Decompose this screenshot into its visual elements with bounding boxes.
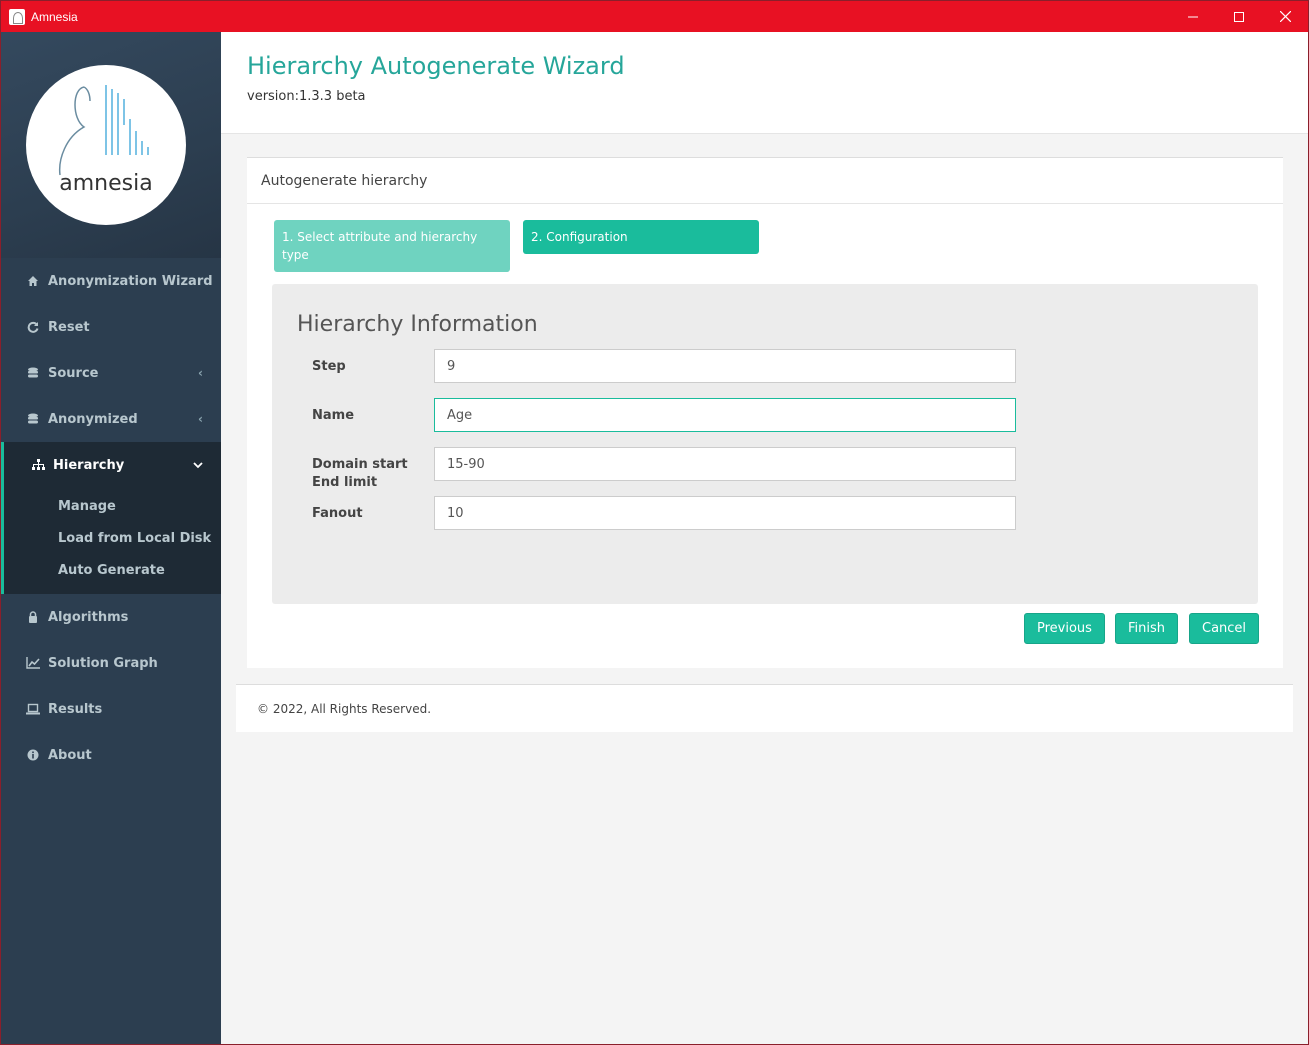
sidebar-nav: Anonymization Wizard Reset Source ‹ Anon… xyxy=(1,258,221,778)
sidebar-item-label: About xyxy=(48,747,92,763)
sidebar-item-algorithms[interactable]: Algorithms xyxy=(1,594,221,640)
chevron-left-icon: ‹ xyxy=(198,412,203,426)
sidebar-item-results[interactable]: Results xyxy=(1,686,221,732)
hierarchy-info-box: Hierarchy Information Step Name Domain s… xyxy=(272,284,1258,604)
logo-area: amnesia xyxy=(1,32,221,258)
logo-text: amnesia xyxy=(59,171,153,196)
step-select-attribute[interactable]: 1. Select attribute and hierarchy type xyxy=(274,220,510,272)
sidebar-item-label: Source xyxy=(48,365,99,381)
sidebar-item-label: Hierarchy xyxy=(53,457,125,473)
home-icon xyxy=(26,274,40,288)
finish-button[interactable]: Finish xyxy=(1115,613,1179,644)
app-icon xyxy=(9,8,25,25)
step-configuration[interactable]: 2. Configuration xyxy=(523,220,759,254)
sidebar-item-anonymized[interactable]: Anonymized ‹ xyxy=(1,396,221,442)
sidebar-item-label: Anonymized xyxy=(48,411,138,427)
domain-field[interactable] xyxy=(434,447,1016,481)
domain-label: Domain start End limit xyxy=(312,456,422,492)
end-limit-label: End limit xyxy=(312,475,378,490)
domain-start-label: Domain start xyxy=(312,457,408,472)
page-header: Hierarchy Autogenerate Wizard version:1.… xyxy=(221,32,1308,134)
name-field[interactable] xyxy=(434,398,1016,432)
sidebar-item-label: Reset xyxy=(48,319,90,335)
close-icon xyxy=(1279,11,1291,22)
sidebar-item-solution-graph[interactable]: Solution Graph xyxy=(1,640,221,686)
window-title: Amnesia xyxy=(31,9,78,24)
sidebar-item-anonymization-wizard[interactable]: Anonymization Wizard xyxy=(1,258,221,304)
sidebar-item-label: Solution Graph xyxy=(48,655,158,671)
sidebar-item-about[interactable]: About xyxy=(1,732,221,778)
page-footer: © 2022, All Rights Reserved. xyxy=(236,684,1293,732)
sidebar: amnesia Anonymization Wizard Reset Sourc… xyxy=(1,32,221,1044)
info-icon xyxy=(26,748,40,762)
laptop-icon xyxy=(26,702,40,716)
panel-title: Autogenerate hierarchy xyxy=(247,158,1283,204)
maximize-icon xyxy=(1234,11,1244,22)
name-label: Name xyxy=(312,408,355,423)
title-bar[interactable]: Amnesia xyxy=(1,1,1308,32)
hierarchy-submenu: Manage Load from Local Disk Auto Generat… xyxy=(1,488,221,594)
sidebar-item-hierarchy[interactable]: Hierarchy xyxy=(1,442,221,488)
sidebar-item-label: Algorithms xyxy=(48,609,129,625)
step-field[interactable] xyxy=(434,349,1016,383)
fanout-field[interactable] xyxy=(434,496,1016,530)
line-chart-icon xyxy=(26,656,40,670)
section-title: Hierarchy Information xyxy=(297,312,538,337)
main-content: Hierarchy Autogenerate Wizard version:1.… xyxy=(221,32,1308,1044)
submenu-item-manage[interactable]: Manage xyxy=(4,490,221,522)
previous-button[interactable]: Previous xyxy=(1024,613,1105,644)
refresh-icon xyxy=(26,320,40,334)
step-label: Step xyxy=(312,359,346,374)
sidebar-item-reset[interactable]: Reset xyxy=(1,304,221,350)
submenu-item-load-from-local-disk[interactable]: Load from Local Disk xyxy=(4,522,221,554)
autogenerate-panel: Autogenerate hierarchy 1. Select attribu… xyxy=(247,157,1283,668)
sidebar-item-source[interactable]: Source ‹ xyxy=(1,350,221,396)
sitemap-icon xyxy=(31,458,45,472)
page-title: Hierarchy Autogenerate Wizard xyxy=(247,52,625,80)
version-label: version:1.3.3 beta xyxy=(247,89,366,104)
fanout-label: Fanout xyxy=(312,506,363,521)
cancel-button[interactable]: Cancel xyxy=(1189,613,1260,644)
app-window: Amnesia amnesia Anonymization Wizard Res… xyxy=(0,0,1309,1045)
sidebar-item-label: Anonymization Wizard xyxy=(48,273,213,289)
window-controls xyxy=(1170,1,1308,32)
database-icon xyxy=(26,366,40,380)
minimize-button[interactable] xyxy=(1170,1,1216,32)
chevron-down-icon xyxy=(193,458,203,472)
maximize-button[interactable] xyxy=(1216,1,1262,32)
amnesia-logo: amnesia xyxy=(26,65,186,225)
close-button[interactable] xyxy=(1262,1,1308,32)
logo-graphic-icon xyxy=(58,85,149,176)
minimize-icon xyxy=(1188,16,1198,17)
lock-icon xyxy=(26,610,40,624)
sidebar-item-label: Results xyxy=(48,701,103,717)
chevron-left-icon: ‹ xyxy=(198,366,203,380)
database-icon xyxy=(26,412,40,426)
submenu-item-auto-generate[interactable]: Auto Generate xyxy=(4,554,221,586)
